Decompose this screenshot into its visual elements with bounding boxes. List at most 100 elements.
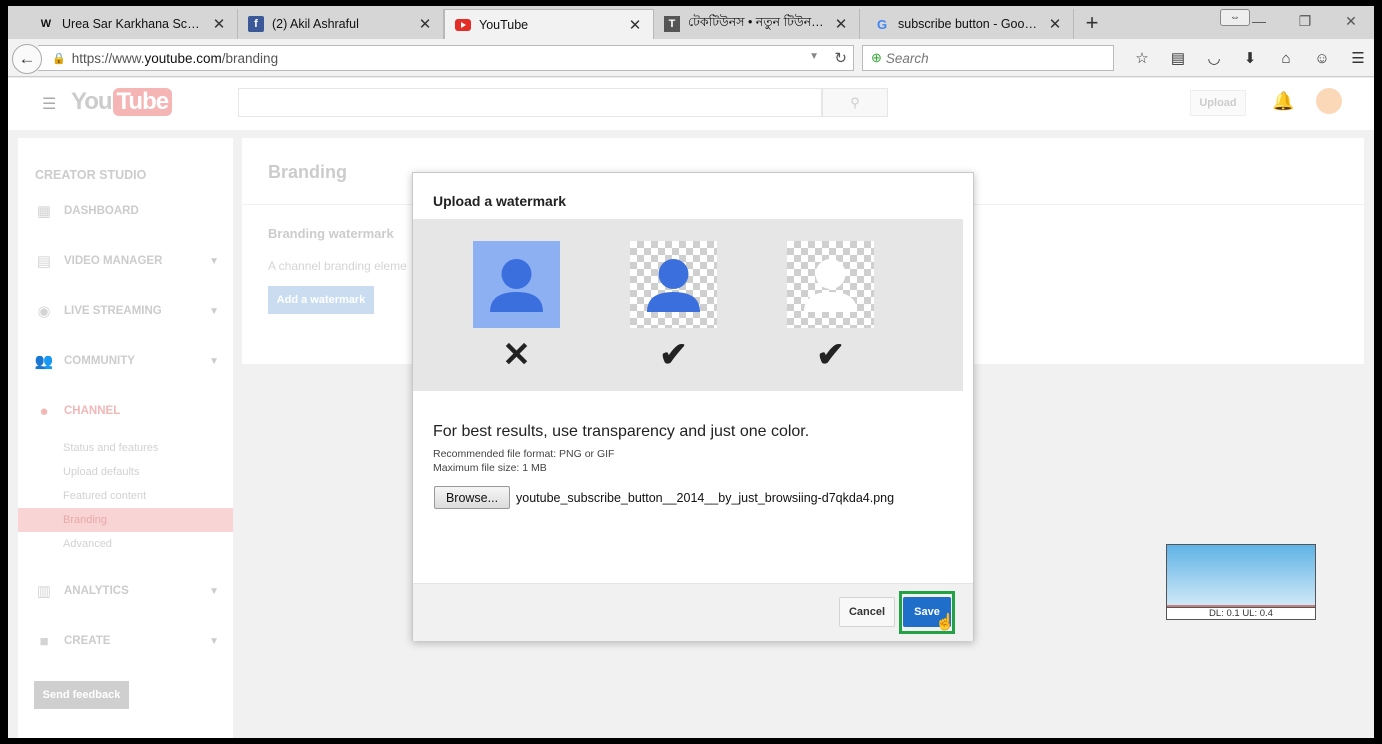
network-meter-widget: DL: 0.1 UL: 0.4 [1166, 544, 1316, 620]
close-icon[interactable]: ✕ [1047, 15, 1063, 33]
chevron-down-icon: ▼ [209, 255, 219, 267]
send-feedback-button[interactable]: Send feedback [34, 681, 129, 709]
search-engine-icon: ⊕ [871, 50, 882, 65]
browser-window: W Urea Sar Karkhana School ... ✕ f (2) A… [8, 6, 1374, 738]
address-bar[interactable]: 🔒 https://www. youtube.com/branding ▼ ↻ [38, 45, 854, 71]
close-icon[interactable]: ✕ [417, 15, 433, 33]
sidebar-subitem-upload-defaults[interactable]: Upload defaults [63, 466, 139, 478]
sidebar-item-label: COMMUNITY [64, 355, 135, 367]
facebook-icon: f [248, 16, 264, 32]
logo-tube: Tube [112, 88, 173, 116]
reading-list-icon[interactable]: ▤ [1160, 47, 1196, 69]
video-manager-icon: ▤ [36, 253, 52, 270]
cancel-button[interactable]: Cancel [839, 597, 895, 627]
minimize-icon[interactable]: — [1236, 6, 1282, 36]
youtube-search-button[interactable]: ⚲ [822, 88, 888, 117]
page-content: ☰ You Tube ⚲ Upload 🔔 CREATOR STUDIO ▦ DA… [8, 78, 1374, 738]
creator-studio-title: CREATOR STUDIO [35, 168, 147, 182]
check-mark-icon: ✔ [659, 336, 688, 374]
sidebar-item-label: ANALYTICS [64, 585, 129, 597]
best-results-tip: For best results, use transparency and j… [433, 423, 810, 440]
sidebar-item-label: CHANNEL [64, 405, 121, 417]
sidebar-item-label: VIDEO MANAGER [64, 255, 163, 267]
sidebar-subitem-status[interactable]: Status and features [63, 442, 158, 454]
url-prefix: https://www. [71, 50, 145, 66]
example-transparent-blue [630, 241, 717, 328]
tab-strip: W Urea Sar Karkhana School ... ✕ f (2) A… [8, 6, 1374, 39]
tab-facebook[interactable]: f (2) Akil Ashraful ✕ [238, 9, 444, 39]
analytics-icon: ▥ [36, 583, 52, 600]
sidebar-item-label: DASHBOARD [64, 205, 139, 217]
watermark-description: A channel branding eleme [268, 259, 407, 273]
sidebar-item-live-streaming[interactable]: ◉ LIVE STREAMING ▼ [34, 302, 219, 320]
tab-youtube[interactable]: YouTube ✕ [444, 9, 654, 39]
youtube-search-input[interactable] [238, 88, 822, 117]
sidebar-item-video-manager[interactable]: ▤ VIDEO MANAGER ▼ [34, 252, 219, 270]
tab-title: Urea Sar Karkhana School ... [62, 17, 205, 31]
tab-urea-school[interactable]: W Urea Sar Karkhana School ... ✕ [28, 9, 238, 39]
chevron-down-icon: ▼ [209, 305, 219, 317]
url-host: youtube.com [144, 50, 222, 66]
tab-techtunes[interactable]: T টেকটিউনস • নতুন টিউন করুন ✕ [654, 9, 860, 39]
pocket-icon[interactable]: ◡ [1196, 47, 1232, 69]
home-icon[interactable]: ⌂ [1268, 47, 1304, 69]
sidebar-item-dashboard[interactable]: ▦ DASHBOARD [34, 202, 219, 220]
sidebar-item-community[interactable]: 👥 COMMUNITY ▼ [34, 352, 219, 370]
url-dropdown-icon[interactable]: ▼ [809, 51, 819, 62]
notification-bell-icon[interactable]: 🔔 [1272, 91, 1294, 112]
chevron-down-icon: ▼ [209, 635, 219, 647]
techtunes-icon: T [664, 16, 680, 32]
sidebar-item-create[interactable]: ■ CREATE ▼ [34, 632, 219, 650]
chevron-down-icon: ▼ [209, 355, 219, 367]
sidebar-item-label: CREATE [64, 635, 111, 647]
hamburger-icon[interactable]: ☰ [42, 94, 56, 114]
youtube-logo[interactable]: You Tube [71, 88, 173, 116]
watermark-section-title: Branding watermark [268, 226, 394, 241]
browse-button[interactable]: Browse... [434, 486, 510, 509]
creator-studio-sidebar: CREATOR STUDIO ▦ DASHBOARD ▤ VIDEO MANAG… [18, 138, 233, 738]
sidebar-subitem-branding[interactable]: Branding [18, 508, 233, 532]
person-icon [804, 259, 857, 312]
tab-title: (2) Akil Ashraful [272, 17, 359, 31]
restore-icon[interactable]: ❐ [1282, 6, 1328, 36]
example-blue-background [473, 241, 560, 328]
wikipedia-icon: W [40, 18, 52, 30]
sidebar-subitem-label: Branding [63, 514, 108, 526]
dialog-footer: Cancel Save ☝ [413, 583, 973, 641]
close-icon[interactable]: ✕ [211, 15, 227, 33]
bookmark-star-icon[interactable]: ☆ [1124, 47, 1160, 69]
avatar[interactable] [1316, 88, 1342, 114]
browser-search-input[interactable]: ⊕ Search [862, 45, 1114, 71]
chat-icon[interactable]: ☺ [1304, 47, 1340, 69]
search-placeholder: Search [885, 50, 929, 66]
sidebar-subitem-advanced[interactable]: Advanced [63, 538, 112, 550]
page-title: Branding [268, 162, 347, 182]
back-button[interactable]: ← [12, 44, 42, 74]
cross-mark-icon: ✕ [502, 336, 531, 374]
search-icon: ⚲ [850, 94, 860, 110]
new-tab-button[interactable]: + [1080, 12, 1104, 36]
menu-icon[interactable]: ☰ [1340, 47, 1374, 69]
sidebar-subitem-featured-content[interactable]: Featured content [63, 490, 146, 502]
example-transparent-white [787, 241, 874, 328]
file-size-note: Maximum file size: 1 MB [433, 462, 547, 474]
lock-icon: 🔒 [52, 52, 66, 65]
upload-button[interactable]: Upload [1190, 90, 1246, 116]
tab-title: টেকটিউনস • নতুন টিউন করুন [688, 15, 827, 29]
navigation-bar: 🔒 https://www. youtube.com/branding ▼ ↻ ←… [8, 39, 1374, 77]
selected-filename: youtube_subscribe_button__2014__by_just_… [516, 491, 895, 505]
add-watermark-button[interactable]: Add a watermark [268, 286, 374, 314]
window-controls: — ❐ ✕ [1236, 6, 1374, 36]
tab-google-search[interactable]: G subscribe button - Google... ✕ [864, 9, 1074, 39]
community-icon: 👥 [34, 353, 54, 370]
dashboard-icon: ▦ [36, 203, 52, 220]
sidebar-item-channel[interactable]: ● CHANNEL [34, 402, 219, 420]
close-window-icon[interactable]: ✕ [1328, 6, 1374, 36]
close-icon[interactable]: ✕ [627, 16, 643, 34]
download-icon[interactable]: ⬇ [1232, 47, 1268, 69]
close-icon[interactable]: ✕ [833, 15, 849, 33]
tab-title: subscribe button - Google... [898, 17, 1041, 31]
sidebar-item-analytics[interactable]: ▥ ANALYTICS ▼ [34, 582, 219, 600]
google-icon: G [876, 16, 888, 32]
reload-icon[interactable]: ↻ [834, 49, 847, 67]
